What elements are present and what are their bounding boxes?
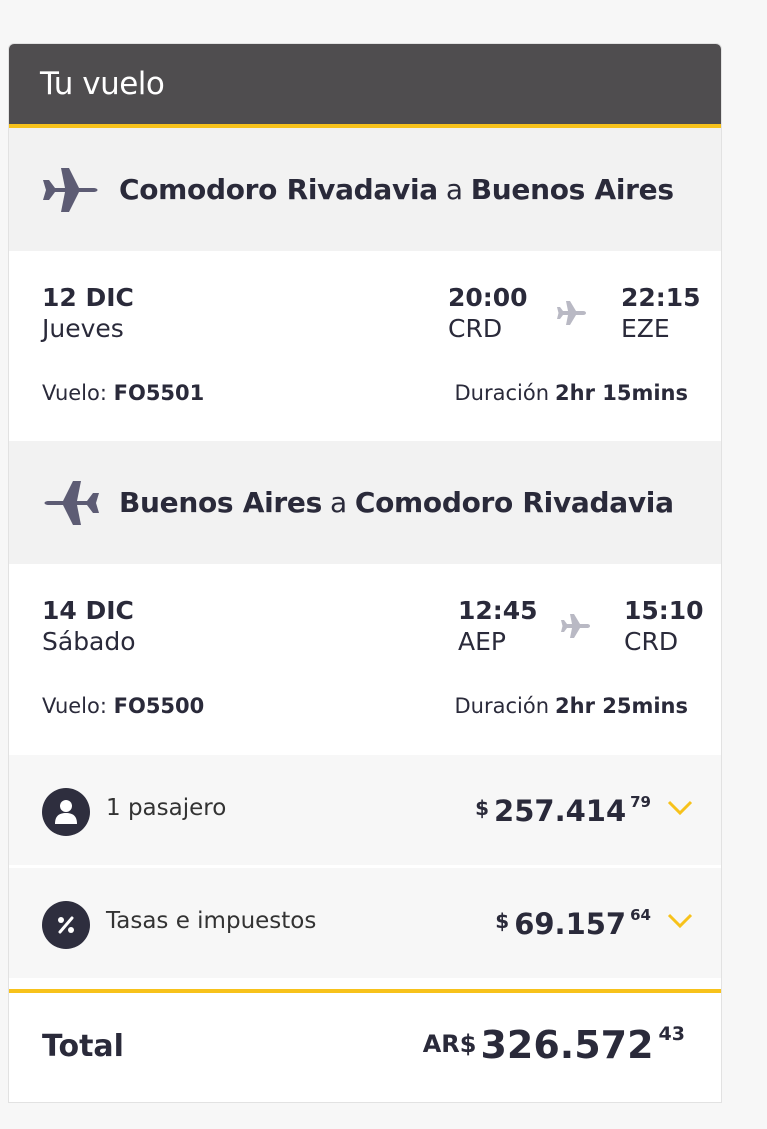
route-origin: Buenos Aires (119, 486, 322, 519)
plane-departure-icon (43, 167, 98, 212)
route-connector: a (445, 173, 463, 206)
taxes-label: Tasas e impuestos (106, 908, 317, 934)
flight-number-label: Vuelo: (42, 381, 107, 405)
duration-label: Duración (454, 381, 550, 405)
duration-value: 2hr 15mins (555, 381, 688, 405)
departure-time: 20:00 (448, 283, 528, 312)
passengers-price: $257.414 79 (475, 793, 651, 828)
card-title: Tu vuelo (9, 44, 721, 128)
outbound-route-header: Comodoro Rivadavia a Buenos Aires (9, 128, 721, 251)
flight-number-label: Vuelo: (42, 694, 107, 718)
route-destination: Buenos Aires (470, 173, 674, 206)
flight-date: 14 DIC (42, 596, 134, 625)
inbound-route-header: Buenos Aires a Comodoro Rivadavia (9, 441, 721, 564)
chevron-down-icon[interactable] (667, 912, 693, 930)
passengers-label: 1 pasajero (106, 795, 227, 821)
departure-airport: AEP (458, 627, 506, 656)
inbound-flight-details: 14 DIC Sábado 12:45 AEP 15:10 CRD Vuelo:… (9, 564, 721, 755)
total-amount: 326.572 (480, 1023, 654, 1067)
flight-weekday: Sábado (42, 627, 136, 656)
person-icon (42, 788, 90, 836)
route-destination: Comodoro Rivadavia (354, 486, 674, 519)
passengers-price-row[interactable]: 1 pasajero $257.414 79 (9, 755, 721, 868)
flight-weekday: Jueves (42, 314, 124, 343)
taxes-price: $69.157 64 (495, 906, 651, 941)
flight-number: FO5500 (113, 694, 205, 718)
departure-time: 12:45 (458, 596, 538, 625)
arrival-time: 22:15 (621, 283, 701, 312)
flight-number: FO5501 (113, 381, 205, 405)
price-currency: $ (495, 909, 510, 933)
plane-return-icon (44, 480, 99, 525)
outbound-flight-details: 12 DIC Jueves 20:00 CRD 22:15 EZE Vuelo:… (9, 251, 721, 441)
total-cents: 43 (658, 1023, 685, 1045)
duration-row: Duración 2hr 15mins (454, 381, 688, 405)
total-label: Total (42, 1029, 124, 1064)
total-price: AR$ 326.572 43 (423, 1023, 685, 1067)
duration-value: 2hr 25mins (555, 694, 688, 718)
departure-airport: CRD (448, 314, 503, 343)
duration-label: Duración (454, 694, 550, 718)
taxes-price-row[interactable]: Tasas e impuestos $69.157 64 (9, 868, 721, 981)
price-currency: $ (475, 796, 490, 820)
price-cents: 79 (630, 793, 651, 811)
flight-number-row: Vuelo: FO5500 (42, 694, 204, 718)
total-currency: AR$ (422, 1030, 477, 1058)
price-cents: 64 (630, 906, 651, 924)
route-connector: a (329, 486, 347, 519)
flight-number-row: Vuelo: FO5501 (42, 381, 204, 405)
price-amount: 69.157 (514, 907, 627, 941)
arrival-time: 15:10 (624, 596, 704, 625)
route-origin: Comodoro Rivadavia (119, 173, 438, 206)
arrival-airport: CRD (624, 627, 679, 656)
plane-icon (561, 614, 590, 638)
plane-icon (557, 301, 586, 325)
duration-row: Duración 2hr 25mins (454, 694, 688, 718)
price-amount: 257.414 (494, 794, 627, 828)
flight-date: 12 DIC (42, 283, 134, 312)
chevron-down-icon[interactable] (667, 799, 693, 817)
total-row: Total AR$ 326.572 43 (9, 989, 721, 1102)
percent-icon (42, 901, 90, 949)
arrival-airport: EZE (621, 314, 670, 343)
flight-summary-card: Tu vuelo Comodoro Rivadavia a Buenos Aires… (8, 43, 722, 1103)
